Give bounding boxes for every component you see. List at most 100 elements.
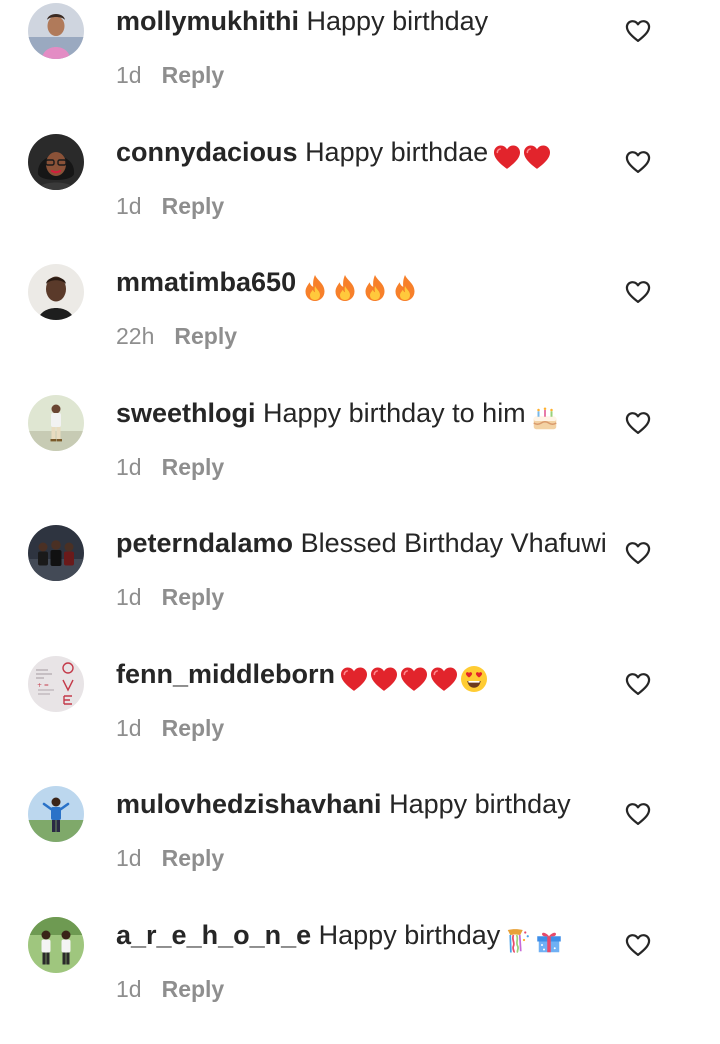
reply-button[interactable]: Reply [162, 62, 225, 88]
red-heart-icon [522, 141, 552, 171]
comment-username[interactable]: a_r_e_h_o_n_e [116, 920, 311, 950]
comment-emojis [492, 139, 552, 173]
comment-username[interactable]: sweethlogi [116, 398, 256, 428]
red-heart-icon [429, 663, 459, 693]
comment-text: Happy birthday [307, 6, 489, 36]
fire-icon [330, 271, 360, 301]
fire-icon [390, 271, 420, 301]
love-sketch-avatar: + = [28, 656, 84, 712]
svg-text:+ =: + = [37, 682, 49, 689]
comment-item: a_r_e_h_o_n_e Happy birthday 1dReply [0, 914, 720, 1044]
comment-item: peterndalamo Blessed Birthday Vhafuwi 1d R… [0, 522, 720, 653]
comment-username[interactable]: mollymukhithi [116, 6, 299, 36]
heart-outline-icon [624, 409, 652, 437]
like-button[interactable] [624, 539, 652, 567]
avatar[interactable] [28, 786, 84, 842]
like-button[interactable] [624, 278, 652, 306]
comment-timestamp: 22h [116, 323, 154, 349]
comment-timestamp: 1d [116, 454, 142, 480]
comment-meta: 1d Reply [116, 452, 224, 482]
red-heart-icon [369, 663, 399, 693]
comment-emojis [530, 400, 560, 434]
avatar[interactable] [28, 395, 84, 451]
heart-outline-icon [624, 148, 652, 176]
like-button[interactable] [624, 409, 652, 437]
heart-outline-icon [624, 931, 652, 959]
comment-body: sweethlogi Happy birthday to him [116, 396, 606, 434]
comment-timestamp: 1d [116, 193, 142, 219]
reply-button[interactable]: Reply [162, 845, 225, 871]
comment-meta: 1d Reply [116, 60, 224, 90]
confetti-ball-icon [504, 924, 534, 954]
comment-item: mmatimba650 22h Reply [0, 261, 720, 392]
comment-body: fenn_middleborn [116, 657, 606, 695]
comment-text: Happy birthday [319, 920, 501, 950]
reply-button[interactable]: Reply [162, 584, 225, 610]
red-heart-icon [339, 663, 369, 693]
outdoor-person-avatar [28, 786, 84, 842]
like-button[interactable] [624, 17, 652, 45]
fire-icon [360, 271, 390, 301]
comment-text: Happy birthdae [305, 137, 488, 167]
comment-text: Blessed Birthday Vhafuwi [301, 528, 607, 558]
woman-glasses-avatar [28, 134, 84, 190]
like-button[interactable] [624, 931, 652, 959]
avatar[interactable] [28, 3, 84, 59]
comment-username[interactable]: fenn_middleborn [116, 659, 335, 689]
reply-button[interactable]: Reply [162, 454, 225, 480]
fire-icon [300, 271, 330, 301]
heart-eyes-face-icon [459, 663, 489, 693]
heart-outline-icon [624, 670, 652, 698]
comment-timestamp: 1d [116, 715, 142, 741]
comment-item: mollymukhithi Happy birthday 1d Reply [0, 0, 720, 131]
comment-meta: 1d Reply [116, 843, 224, 873]
comment-body: mollymukhithi Happy birthday [116, 4, 606, 38]
comments-list: mollymukhithi Happy birthday 1d Reply conny… [0, 0, 720, 1044]
man-portrait-avatar [28, 264, 84, 320]
comment-emojis [339, 661, 489, 695]
comment-timestamp: 1d [116, 62, 142, 88]
comment-item: + = fenn_middleborn 1d Reply [0, 653, 720, 784]
comment-body: mulovhedzishavhani Happy birthday [116, 787, 606, 821]
like-button[interactable] [624, 670, 652, 698]
comment-item: mulovhedzishavhani Happy birthday 1d Reply [0, 783, 720, 914]
avatar[interactable] [28, 917, 84, 973]
reply-button[interactable]: Reply [162, 715, 225, 741]
comment-item: sweethlogi Happy birthday to him 1d Reply [0, 392, 720, 523]
wrapped-gift-icon [534, 924, 564, 954]
birthday-cake-icon [530, 402, 560, 432]
comment-body: mmatimba650 [116, 265, 606, 303]
avatar[interactable] [28, 264, 84, 320]
like-button[interactable] [624, 800, 652, 828]
comment-meta: 22h Reply [116, 321, 237, 351]
comment-username[interactable]: peterndalamo [116, 528, 293, 558]
comment-meta: 1dReply [116, 974, 224, 1004]
heart-outline-icon [624, 278, 652, 306]
comment-body: peterndalamo Blessed Birthday Vhafuwi [116, 526, 606, 560]
heart-outline-icon [624, 800, 652, 828]
reply-button[interactable]: Reply [162, 193, 225, 219]
comment-meta: 1d Reply [116, 582, 224, 612]
red-heart-icon [492, 141, 522, 171]
comment-username[interactable]: connydacious [116, 137, 298, 167]
comment-timestamp: 1d [116, 845, 142, 871]
comment-text: Happy birthday [389, 789, 571, 819]
avatar[interactable]: + = [28, 656, 84, 712]
like-button[interactable] [624, 148, 652, 176]
comment-username[interactable]: mmatimba650 [116, 267, 296, 297]
comment-body: a_r_e_h_o_n_e Happy birthday [116, 918, 606, 956]
comment-body: connydacious Happy birthdae [116, 135, 606, 173]
reply-button[interactable]: Reply [162, 976, 225, 1002]
comment-timestamp: 1d [116, 584, 142, 610]
standing-person-avatar [28, 395, 84, 451]
group-outdoor-avatar [28, 917, 84, 973]
heart-outline-icon [624, 17, 652, 45]
comment-meta: 1d Reply [116, 191, 224, 221]
reply-button[interactable]: Reply [174, 323, 237, 349]
avatar[interactable] [28, 134, 84, 190]
comment-emojis [300, 269, 420, 303]
heart-outline-icon [624, 539, 652, 567]
avatar[interactable] [28, 525, 84, 581]
comment-emojis [504, 922, 564, 956]
comment-username[interactable]: mulovhedzishavhani [116, 789, 382, 819]
